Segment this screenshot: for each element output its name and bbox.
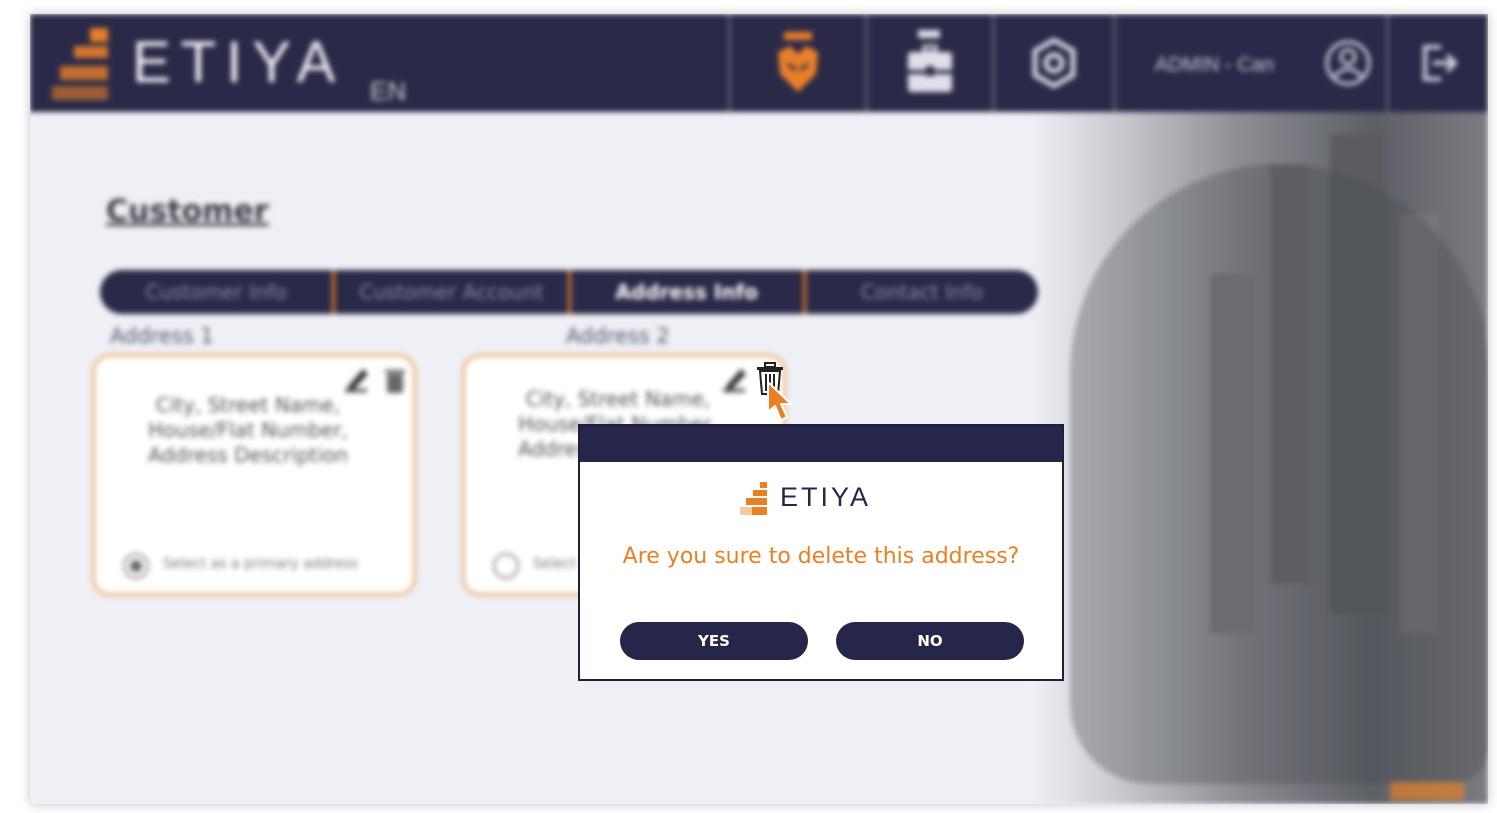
settings-gear-icon — [1032, 38, 1076, 88]
primary-address-radio[interactable] — [123, 553, 149, 579]
dialog-logo-text: ETIYA — [780, 482, 872, 512]
etiya-logo-icon — [740, 482, 767, 515]
fox-menu-button[interactable] — [731, 14, 865, 112]
etiya-logo-icon — [50, 26, 120, 106]
edit-pencil-icon[interactable] — [721, 365, 749, 395]
dialog-header-bar — [580, 426, 1062, 462]
customer-tabs: Customer Info Customer Account Address I… — [100, 270, 1038, 314]
delete-confirmation-dialog: ETIYA Are you sure to delete this addres… — [578, 424, 1064, 681]
primary-address-radio[interactable] — [493, 553, 519, 579]
tab-address-info[interactable]: Address Info — [571, 270, 806, 314]
user-profile-button[interactable] — [1320, 14, 1376, 112]
primary-address-radio-label: Select as a primary address — [163, 556, 359, 572]
dialog-logo: ETIYA — [740, 480, 910, 520]
app-window: ETIYA EN ADMIN - Can Customer Customer I… — [30, 14, 1488, 804]
briefcase-menu-button[interactable] — [868, 14, 992, 112]
page-title: Customer — [106, 194, 269, 229]
logout-icon — [1422, 45, 1458, 81]
brand-logo-text: ETIYA — [132, 30, 346, 95]
address-2-label: Address 2 — [566, 324, 670, 348]
address-card-1[interactable]: City, Street Name, House/Flat Number, Ad… — [92, 354, 416, 596]
logout-button[interactable] — [1389, 14, 1488, 112]
no-button[interactable]: NO — [836, 622, 1024, 660]
edit-pencil-icon[interactable] — [343, 365, 371, 395]
person-silhouette — [1070, 164, 1488, 784]
language-selector[interactable]: EN — [370, 76, 406, 107]
blurred-background: ETIYA EN ADMIN - Can Customer Customer I… — [30, 14, 1488, 804]
tab-customer-info[interactable]: Customer Info — [100, 270, 336, 314]
trash-icon[interactable] — [381, 365, 409, 395]
settings-button[interactable] — [995, 14, 1113, 112]
tab-customer-account[interactable]: Customer Account — [335, 270, 571, 314]
mouse-pointer-icon — [767, 381, 792, 421]
address-1-label: Address 1 — [110, 324, 214, 348]
address-1-text: City, Street Name, House/Flat Number, Ad… — [148, 393, 348, 467]
user-avatar-icon — [1325, 40, 1371, 86]
dialog-message: Are you sure to delete this address? — [622, 544, 1020, 569]
nav-divider — [1113, 14, 1116, 112]
fox-icon — [778, 32, 818, 92]
top-navigation-bar: ETIYA EN ADMIN - Can — [30, 14, 1488, 112]
user-name-label[interactable]: ADMIN - Can — [1155, 54, 1274, 77]
briefcase-icon — [908, 30, 952, 92]
tab-contact-info[interactable]: Contact Info — [806, 270, 1038, 314]
orange-corner-badge — [1390, 782, 1464, 800]
yes-button[interactable]: YES — [620, 622, 808, 660]
